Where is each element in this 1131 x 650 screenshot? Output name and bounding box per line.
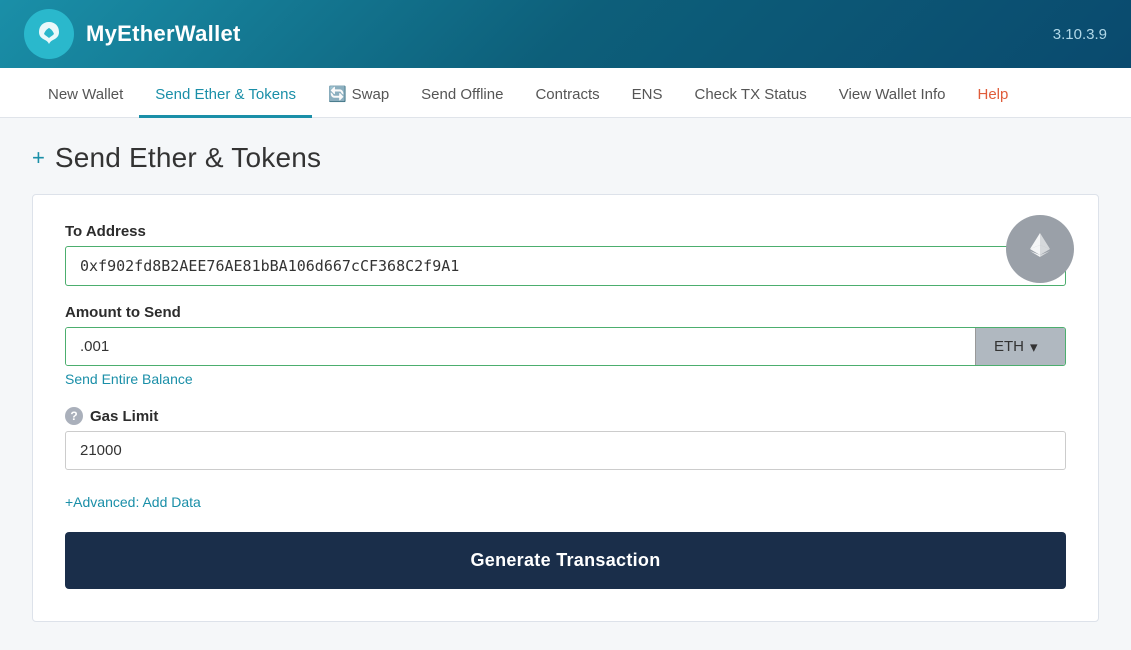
nav-item-view-wallet-info[interactable]: View Wallet Info: [823, 86, 962, 118]
dropdown-arrow: ▾: [1030, 338, 1038, 356]
app-header: MyEtherWallet 3.10.3.9: [0, 0, 1131, 68]
logo: [24, 9, 74, 59]
nav-item-send-offline[interactable]: Send Offline: [405, 86, 519, 118]
token-label: ETH: [994, 338, 1024, 355]
send-form-card: To Address Amount to Send ETH ▾ Send Ent…: [32, 194, 1099, 622]
nav-item-help[interactable]: Help: [962, 86, 1025, 118]
nav-item-send-ether-tokens[interactable]: Send Ether & Tokens: [139, 86, 312, 118]
amount-group: Amount to Send ETH ▾ Send Entire Balance: [65, 304, 1066, 389]
send-entire-balance-link[interactable]: Send Entire Balance: [65, 371, 193, 387]
brand-name: MyEtherWallet: [86, 21, 241, 47]
gas-label-row: ? Gas Limit: [65, 407, 1066, 425]
eth-icon-container: [1006, 215, 1074, 283]
amount-label: Amount to Send: [65, 304, 1066, 321]
gas-limit-group: ? Gas Limit: [65, 407, 1066, 470]
to-address-input[interactable]: [65, 246, 1066, 286]
brand-section: MyEtherWallet: [24, 9, 241, 59]
page-title: Send Ether & Tokens: [55, 142, 321, 174]
to-address-label: To Address: [65, 223, 1066, 240]
advanced-add-data-link[interactable]: +Advanced: Add Data: [65, 494, 201, 510]
page-title-row: + Send Ether & Tokens: [32, 142, 1099, 174]
main-nav: New Wallet Send Ether & Tokens 🔄 Swap Se…: [0, 68, 1131, 118]
generate-transaction-button[interactable]: Generate Transaction: [65, 532, 1066, 589]
gas-limit-label: Gas Limit: [90, 408, 158, 425]
to-address-group: To Address: [65, 223, 1066, 286]
gas-limit-input[interactable]: [65, 431, 1066, 470]
gas-limit-help-icon[interactable]: ?: [65, 407, 83, 425]
swap-icon: 🔄: [328, 85, 347, 103]
eth-logo-icon: [1019, 228, 1061, 270]
app-version: 3.10.3.9: [1053, 26, 1107, 43]
nav-item-new-wallet[interactable]: New Wallet: [32, 86, 139, 118]
token-dropdown[interactable]: ETH ▾: [975, 328, 1065, 365]
nav-item-contracts[interactable]: Contracts: [519, 86, 615, 118]
amount-input[interactable]: [66, 328, 975, 365]
main-content: + Send Ether & Tokens To Address Amount …: [0, 118, 1131, 646]
amount-row: ETH ▾: [65, 327, 1066, 366]
plus-icon: +: [32, 147, 45, 169]
nav-item-swap[interactable]: 🔄 Swap: [312, 85, 405, 118]
nav-item-check-tx-status[interactable]: Check TX Status: [679, 86, 823, 118]
nav-item-ens[interactable]: ENS: [616, 86, 679, 118]
